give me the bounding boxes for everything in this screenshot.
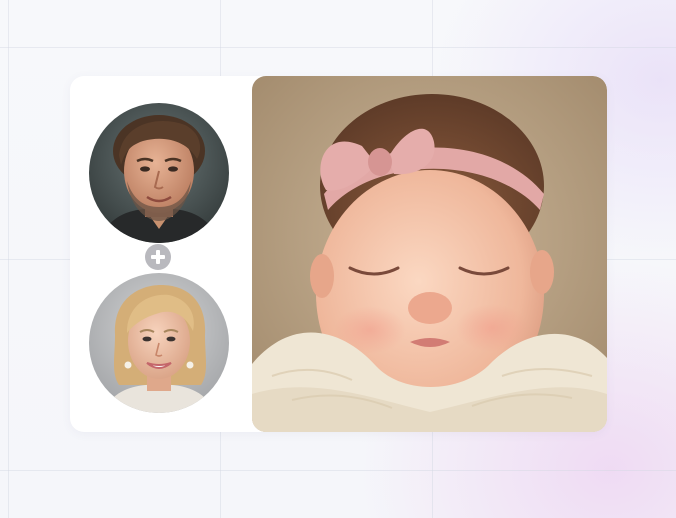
face-merge-card — [70, 76, 607, 432]
man-portrait-icon — [89, 103, 229, 243]
grid-line — [8, 0, 9, 518]
grid-line — [0, 47, 676, 48]
woman-portrait-icon — [89, 273, 229, 413]
mother-avatar — [89, 273, 229, 413]
plus-icon — [145, 244, 171, 270]
sleeping-baby-with-pink-bow-icon — [252, 76, 607, 432]
grid-line — [0, 470, 676, 471]
father-avatar — [89, 103, 229, 243]
baby-result-image — [252, 76, 607, 432]
parents-panel — [70, 76, 252, 432]
